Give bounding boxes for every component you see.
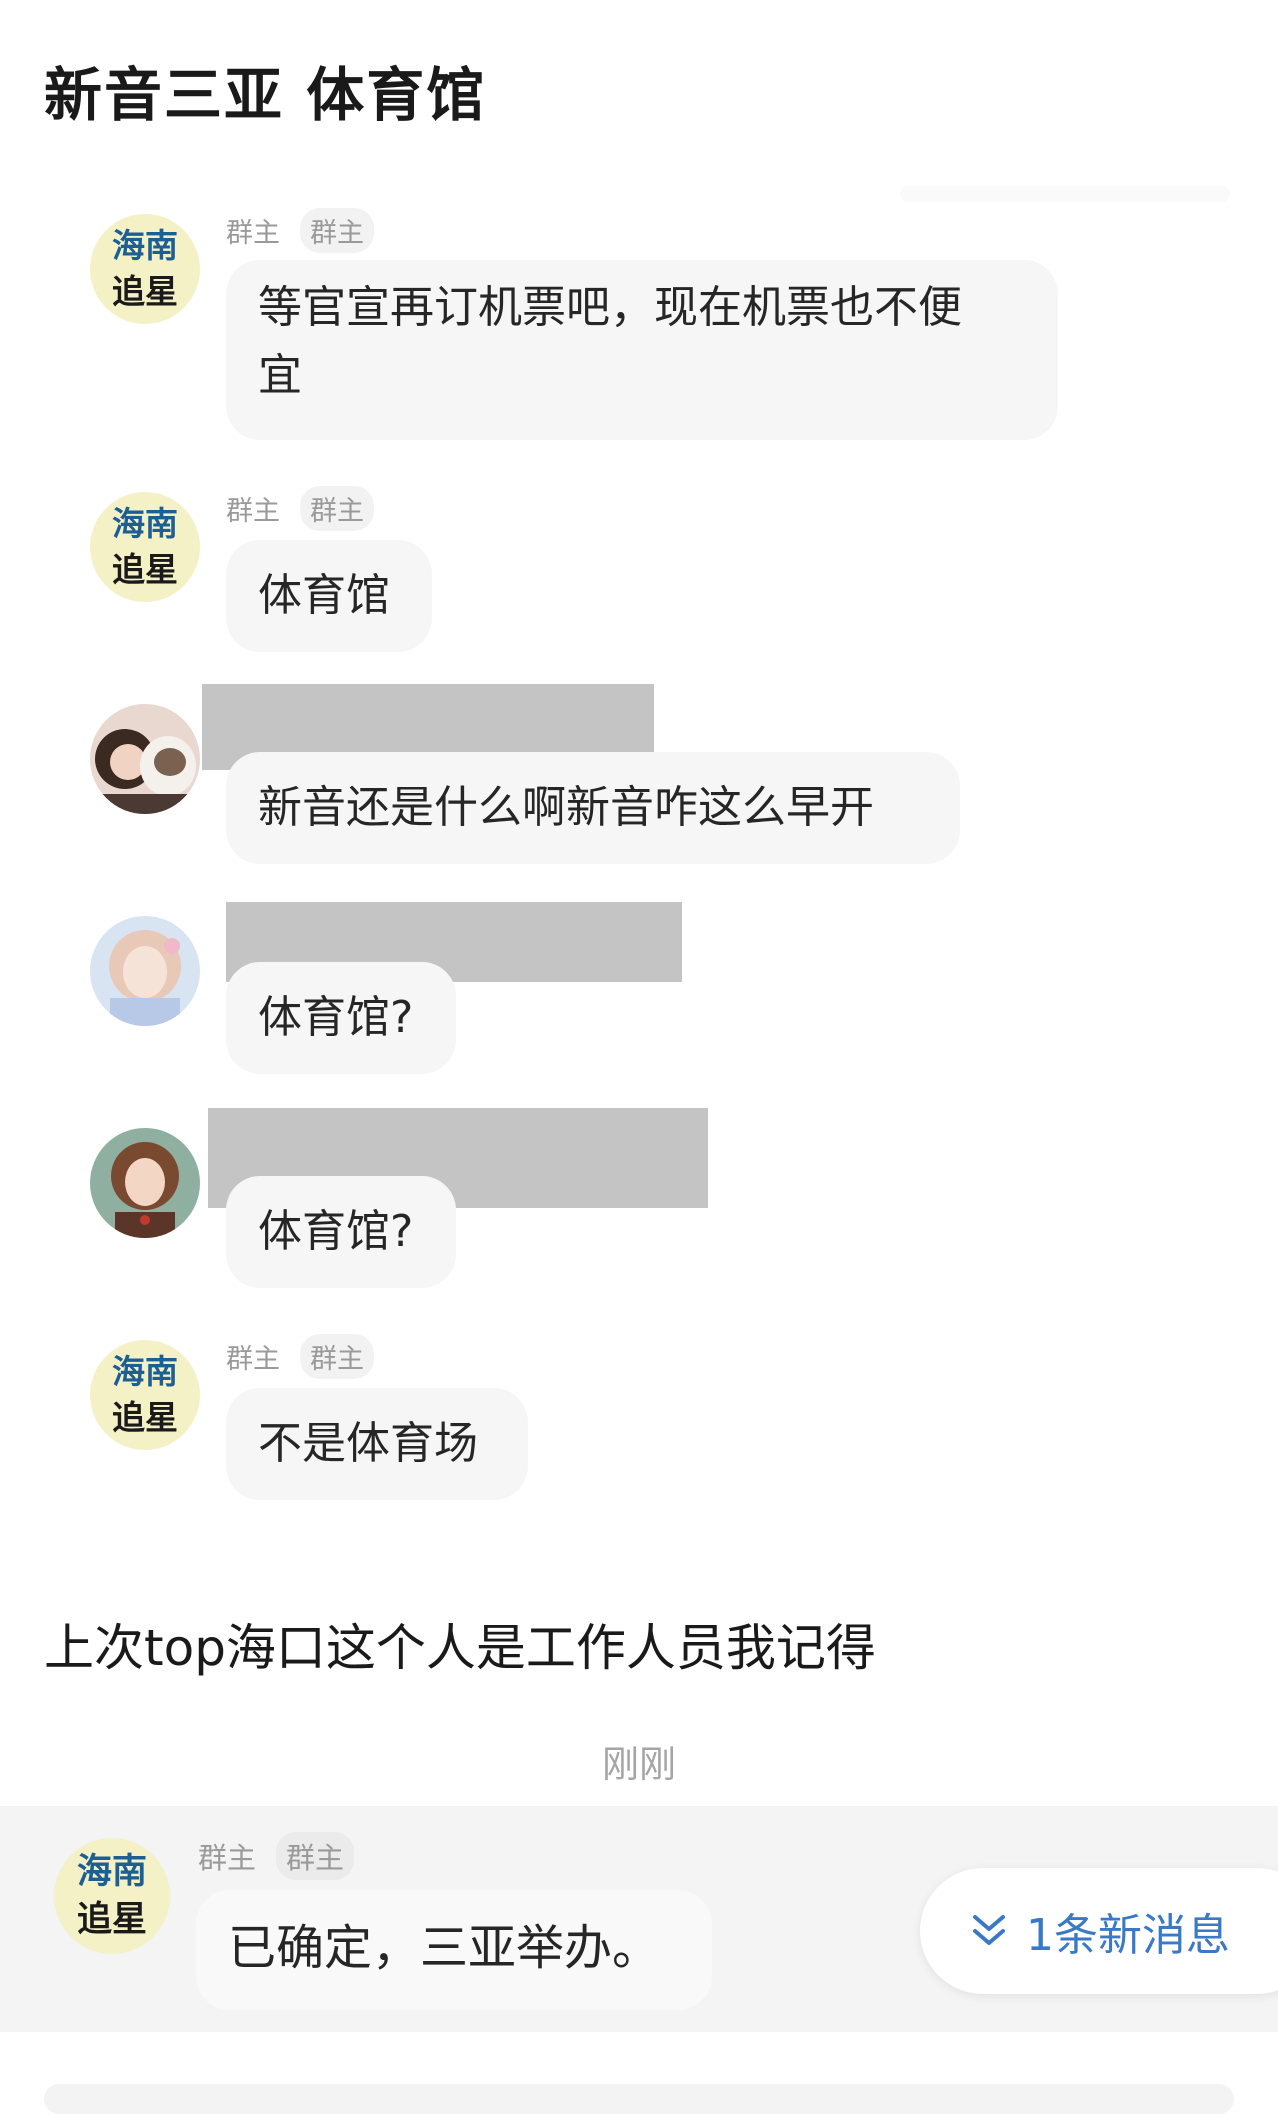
role-badges: 群主 群主 (216, 486, 374, 531)
user-avatar[interactable] (90, 916, 200, 1026)
post-body-text: 上次top海口这个人是工作人员我记得 (44, 1619, 876, 1677)
group-avatar[interactable]: 海南 追星 (90, 214, 200, 324)
input-bar-edge (44, 2084, 1234, 2114)
avatar-text-line2: 追星 (76, 1900, 147, 1940)
avatar-text-line1: 海南 (112, 226, 178, 265)
role-badge: 群主 (300, 486, 374, 531)
message-text: 等官宣再订机票吧，现在机票也不便 (258, 282, 962, 333)
role-badge: 群主 (300, 1334, 374, 1379)
role-badge: 群主 (226, 496, 280, 527)
avatar-text-line2: 追星 (112, 272, 178, 311)
role-badge: 群主 (300, 208, 374, 253)
role-badge: 群主 (226, 1344, 280, 1375)
message-bubble[interactable]: 体育馆? (226, 962, 456, 1074)
group-avatar[interactable]: 海南 追星 (90, 1340, 200, 1450)
user-avatar[interactable] (90, 704, 200, 814)
card-edge (900, 186, 1230, 202)
role-badges: 群主 群主 (188, 1832, 355, 1880)
avatar-text-line1: 海南 (76, 1852, 147, 1892)
avatar-text-line2: 追星 (112, 1398, 178, 1437)
message-bubble[interactable]: 等官宣再订机票吧，现在机票也不便 宜 (226, 260, 1058, 440)
group-avatar[interactable]: 海南 追星 (90, 492, 200, 602)
user-avatar[interactable] (90, 1128, 200, 1238)
avatar-text-line2: 追星 (112, 550, 178, 589)
message-bubble[interactable]: 体育馆 (226, 540, 432, 652)
message-bubble[interactable]: 新音还是什么啊新音咋这么早开 (226, 752, 960, 864)
message-text: 不是体育场 (258, 1418, 478, 1469)
role-badge: 群主 (276, 1832, 355, 1880)
message-text: 宜 (258, 350, 302, 401)
role-badge: 群主 (226, 218, 280, 249)
avatar-photo (90, 916, 200, 1026)
role-badges: 群主 群主 (216, 1334, 374, 1379)
double-chevron-down-icon (973, 1915, 1005, 1945)
message-bubble[interactable]: 体育馆? (226, 1176, 456, 1288)
message-text: 体育馆? (258, 992, 414, 1043)
role-badges: 群主 群主 (216, 208, 374, 253)
timestamp: 刚刚 (602, 1743, 676, 1786)
role-badge: 群主 (198, 1841, 257, 1875)
post-title: 新音三亚 体育馆 (44, 61, 487, 129)
avatar-text-line1: 海南 (112, 504, 178, 543)
group-avatar[interactable]: 海南 追星 (54, 1838, 170, 1954)
message-text: 体育馆 (258, 570, 390, 621)
message-bubble[interactable]: 不是体育场 (226, 1388, 528, 1500)
avatar-text-line1: 海南 (112, 1352, 178, 1391)
message-text: 已确定，三亚举办。 (228, 1920, 661, 1976)
message-bubble[interactable]: 已确定，三亚举办。 (196, 1890, 712, 2010)
new-messages-label: 1条新消息 (1026, 1910, 1230, 1961)
new-messages-button[interactable]: 1条新消息 (920, 1868, 1278, 1994)
message-text: 新音还是什么啊新音咋这么早开 (258, 782, 874, 833)
message-text: 体育馆? (258, 1206, 414, 1257)
avatar-photo (90, 1128, 200, 1238)
avatar-photo (90, 704, 200, 814)
